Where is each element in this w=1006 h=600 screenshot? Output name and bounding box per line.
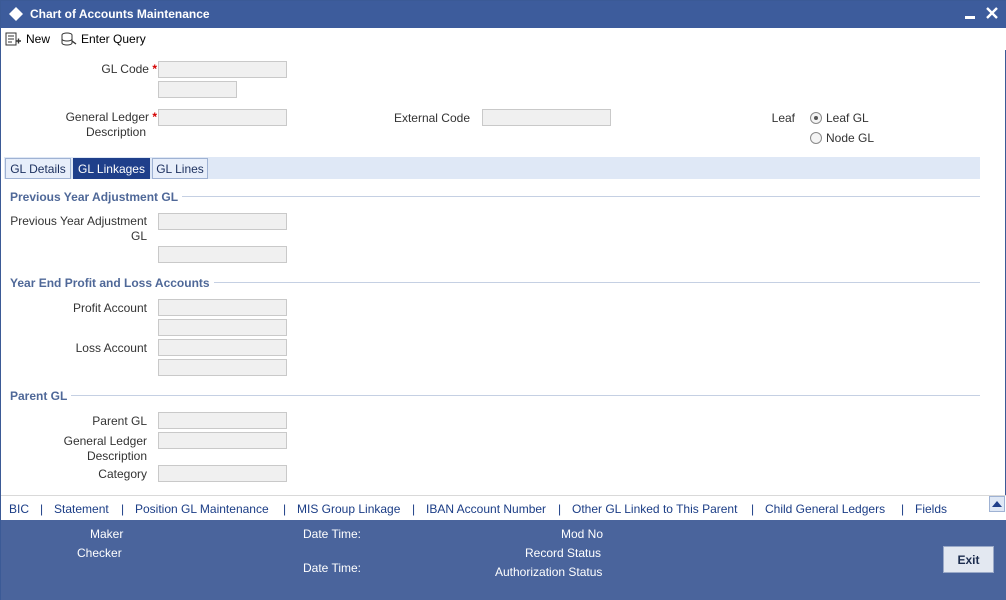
new-document-icon <box>5 32 21 45</box>
prev-year-adjustment-gl-input[interactable] <box>158 213 287 230</box>
radio-unchecked-icon <box>810 132 822 144</box>
maker-label: Maker <box>90 527 124 541</box>
record-status-label: Record Status <box>525 546 602 560</box>
section-divider <box>181 196 980 197</box>
link-position-gl-maintenance[interactable]: Position GL Maintenance <box>135 502 269 516</box>
tab-strip: GL Details GL Linkages GL Lines <box>4 157 980 179</box>
enter-query-button[interactable]: Enter Query <box>60 30 146 48</box>
link-separator: | <box>558 502 562 516</box>
link-separator: | <box>412 502 416 516</box>
app-window: Chart of Accounts Maintenance New Enter … <box>0 0 1006 600</box>
category-input[interactable] <box>158 465 287 482</box>
gl-code-secondary-input[interactable] <box>158 81 237 98</box>
subsystem-links-bar: BIC | Statement | Position GL Maintenanc… <box>1 495 1006 520</box>
leaf-gl-radio[interactable]: Leaf GL <box>810 111 869 125</box>
prev-year-adjustment-gl-label: Previous Year Adjustment GL <box>10 214 147 243</box>
category-label: Category <box>98 467 147 481</box>
window-title: Chart of Accounts Maintenance <box>30 7 210 21</box>
authorization-status-label: Authorization Status <box>495 565 603 579</box>
gl-description-label: General Ledger * Description <box>65 110 157 139</box>
link-mis-group-linkage[interactable]: MIS Group Linkage <box>297 502 400 516</box>
audit-footer: Maker Checker Date Time: Date Time: Mod … <box>1 520 1006 600</box>
checker-label: Checker <box>77 546 122 560</box>
link-bic[interactable]: BIC <box>9 502 29 516</box>
link-separator: | <box>121 502 125 516</box>
link-separator: | <box>40 502 44 516</box>
link-iban-account-number[interactable]: IBAN Account Number <box>426 502 546 516</box>
database-query-icon <box>61 32 77 45</box>
profit-account-desc-input[interactable] <box>158 319 287 336</box>
link-child-general-ledgers[interactable]: Child General Ledgers <box>765 502 885 516</box>
checker-date-time-label: Date Time: <box>303 561 362 575</box>
toolbar: New Enter Query <box>1 28 1006 50</box>
section-title-year-end: Year End Profit and Loss Accounts <box>10 276 214 290</box>
radio-checked-icon <box>810 112 822 124</box>
parent-gl-label: Parent GL <box>92 414 147 428</box>
external-code-label: External Code <box>393 111 470 125</box>
link-fields[interactable]: Fields <box>915 502 947 516</box>
new-button[interactable]: New <box>5 30 50 48</box>
parent-gl-description-label: General Ledger Description <box>63 434 147 463</box>
mod-no-label: Mod No <box>561 527 604 541</box>
scroll-up-icon[interactable] <box>989 496 1005 512</box>
tab-gl-linkages[interactable]: GL Linkages <box>73 158 150 179</box>
link-other-gl-linked[interactable]: Other GL Linked to This Parent <box>572 502 737 516</box>
link-separator: | <box>751 502 755 516</box>
loss-account-desc-input[interactable] <box>158 359 287 376</box>
external-code-input[interactable] <box>482 109 611 126</box>
profit-account-input[interactable] <box>158 299 287 316</box>
link-statement[interactable]: Statement <box>54 502 109 516</box>
section-divider <box>69 395 980 396</box>
diamond-icon <box>9 7 23 21</box>
maker-date-time-label: Date Time: <box>303 527 362 541</box>
close-icon[interactable] <box>984 5 1000 21</box>
parent-gl-input[interactable] <box>158 412 287 429</box>
section-divider <box>211 282 980 283</box>
link-separator: | <box>283 502 287 516</box>
minimize-icon[interactable] <box>963 8 977 22</box>
gl-code-label: GL Code * <box>101 62 157 76</box>
section-title-parent-gl: Parent GL <box>10 389 72 403</box>
parent-gl-description-input[interactable] <box>158 432 287 449</box>
gl-description-input[interactable] <box>158 109 287 126</box>
loss-account-label: Loss Account <box>75 341 147 355</box>
section-title-prev-year: Previous Year Adjustment GL <box>10 190 183 204</box>
profit-account-label: Profit Account <box>72 301 147 315</box>
loss-account-input[interactable] <box>158 339 287 356</box>
tab-gl-details[interactable]: GL Details <box>5 158 71 179</box>
link-separator: | <box>901 502 905 516</box>
title-bar: Chart of Accounts Maintenance <box>1 1 1006 28</box>
prev-year-adjustment-gl-desc-input[interactable] <box>158 246 287 263</box>
new-label: New <box>26 32 51 46</box>
enter-query-label: Enter Query <box>81 32 146 46</box>
gl-code-input[interactable] <box>158 61 287 78</box>
leaf-label: Leaf <box>771 111 795 125</box>
node-gl-radio[interactable]: Node GL <box>810 131 874 145</box>
tab-gl-lines[interactable]: GL Lines <box>152 158 208 179</box>
exit-button[interactable]: Exit <box>943 546 994 573</box>
